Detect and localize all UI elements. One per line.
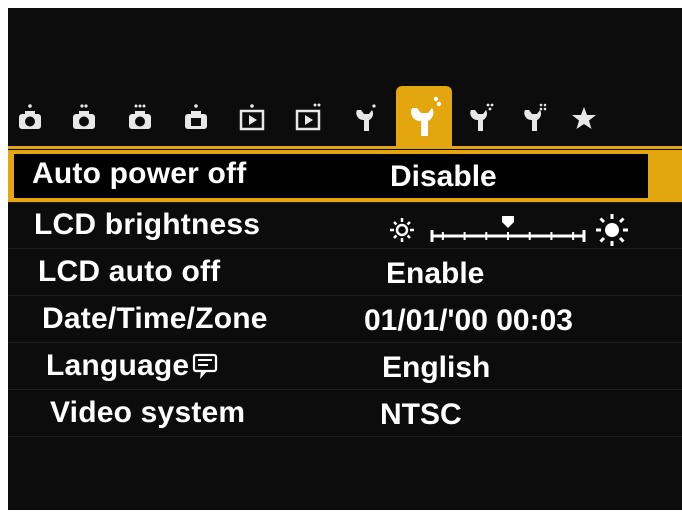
menu-item-auto-power-off[interactable]: Auto power off Disable (8, 150, 682, 203)
tab-underline (8, 146, 682, 149)
menu-item-value: English (382, 351, 491, 384)
menu-item-date-time-zone[interactable]: Date/Time/Zone 01/01/'00 00:03 (8, 296, 682, 343)
menu-item-label-wrap: Language (46, 349, 221, 383)
menu-item-lcd-auto-off[interactable]: LCD auto off Enable (8, 249, 682, 296)
menu-item-label: Video system (50, 396, 246, 429)
menu-tab-bar (8, 86, 682, 148)
menu-item-label: LCD brightness (34, 208, 261, 241)
camera-tab-1[interactable] (10, 98, 50, 138)
camera-tab-4[interactable] (176, 98, 216, 138)
my-menu-tab[interactable] (564, 98, 604, 138)
camera-tab-2-icon (73, 104, 95, 129)
menu-item-value: 01/01/'00 00:03 (364, 304, 573, 337)
menu-item-value: Enable (386, 257, 485, 290)
camera-tab-1-icon (19, 104, 41, 129)
menu-item-label: Language (46, 349, 190, 382)
setup-tab-3[interactable] (460, 98, 500, 138)
setup-menu-screen: Auto power off Disable LCD brightness LC… (8, 8, 682, 510)
camera-tab-3-icon (129, 104, 151, 129)
menu-item-value: NTSC (380, 398, 462, 431)
menu-item-label: LCD auto off (38, 255, 221, 288)
language-speech-icon (193, 353, 218, 380)
camera-tab-4-icon (185, 104, 207, 129)
playback-tab-1-icon (239, 104, 265, 131)
playback-tab-2[interactable] (288, 98, 328, 138)
menu-item-language[interactable]: Language English (8, 343, 682, 390)
setup-tab-2-icon (411, 96, 442, 136)
brightness-low-icon (390, 218, 414, 242)
setup-tab-4[interactable] (514, 98, 554, 138)
my-menu-star-icon (572, 107, 596, 129)
brightness-high-icon (596, 214, 628, 246)
brightness-scale[interactable] (386, 208, 636, 248)
playback-tab-1[interactable] (232, 98, 272, 138)
menu-item-video-system[interactable]: Video system NTSC (8, 390, 682, 437)
camera-lcd-frame: Auto power off Disable LCD brightness LC… (8, 8, 682, 510)
menu-item-value: Disable (390, 160, 497, 193)
setup-tab-2[interactable] (396, 86, 452, 148)
camera-tab-3[interactable] (120, 98, 160, 138)
camera-tab-2[interactable] (64, 98, 104, 138)
setup-tab-3-icon (470, 103, 494, 131)
playback-tab-2-icon (295, 103, 321, 131)
brightness-marker (502, 216, 514, 228)
menu-item-label: Date/Time/Zone (42, 302, 268, 335)
setup-tab-1-icon (356, 104, 376, 131)
setup-tab-4-icon (524, 103, 547, 131)
menu-item-label: Auto power off (32, 157, 247, 190)
setup-tab-1[interactable] (344, 98, 384, 138)
menu-item-lcd-brightness[interactable]: LCD brightness (8, 202, 682, 249)
